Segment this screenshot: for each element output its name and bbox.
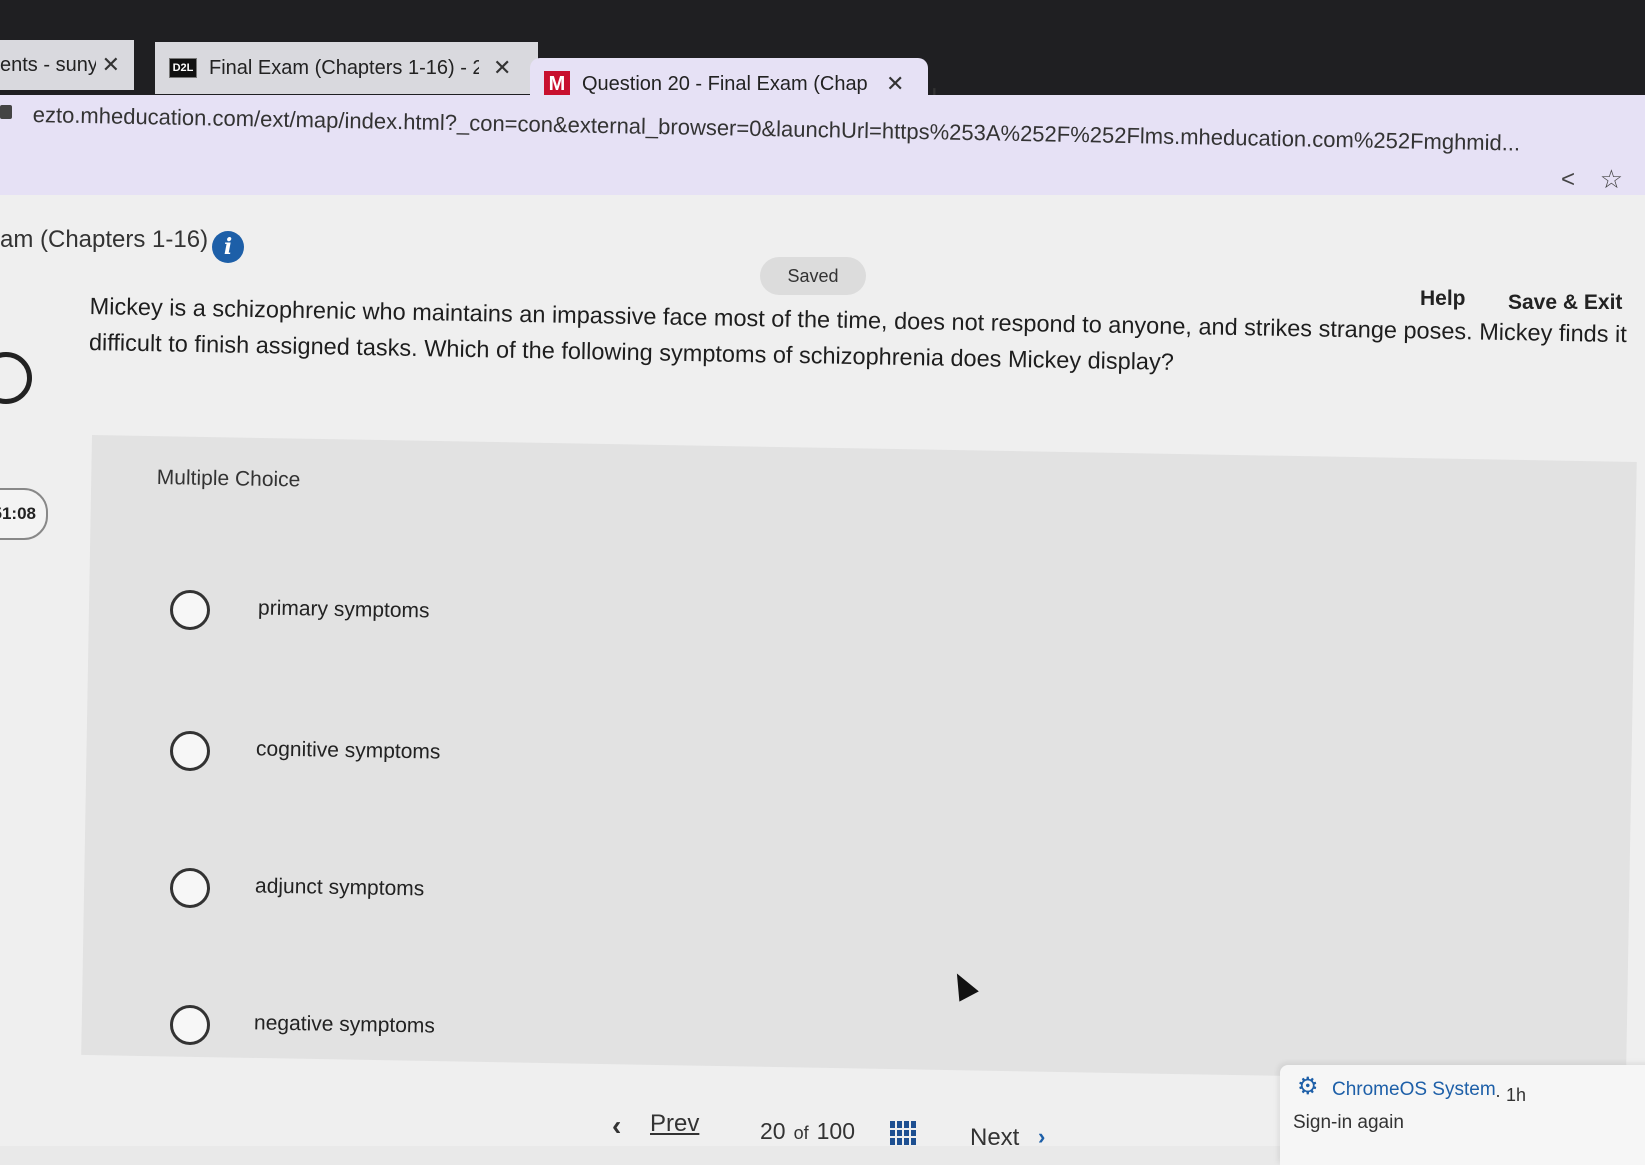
tab-close-icon[interactable]: ✕	[493, 55, 511, 81]
tab-close-icon[interactable]: ✕	[102, 52, 120, 78]
chevron-left-icon[interactable]: ‹	[612, 1110, 621, 1142]
prev-button[interactable]: Prev	[650, 1110, 699, 1138]
gear-icon: ⚙	[1297, 1073, 1319, 1100]
tab-title: ents - sunys	[0, 53, 96, 76]
tab-title: Final Exam (Chapters 1-16) - 23	[209, 56, 479, 79]
choice-label: negative symptoms	[253, 1011, 436, 1038]
share-icon[interactable]: <	[1561, 166, 1575, 194]
info-icon[interactable]: i	[212, 231, 244, 263]
choice-primary-symptoms[interactable]: primary symptoms	[170, 590, 430, 630]
radio-button[interactable]	[170, 731, 210, 771]
save-exit-link[interactable]: Save & Exit	[1508, 291, 1622, 315]
choice-cognitive-symptoms[interactable]: cognitive symptoms	[170, 731, 441, 771]
radio-button[interactable]	[170, 590, 210, 630]
help-link[interactable]: Help	[1420, 287, 1466, 311]
question-type-label: Multiple Choice	[156, 466, 301, 492]
choice-label: primary symptoms	[257, 596, 430, 623]
mheducation-favicon: M	[544, 71, 570, 97]
pager-of: of	[793, 1123, 809, 1143]
sign-in-again-button[interactable]: Sign-in again	[1293, 1112, 1404, 1134]
exam-title: am (Chapters 1-16)	[0, 226, 209, 253]
radio-button[interactable]	[170, 1005, 210, 1045]
notification-time: · 1h	[1495, 1085, 1527, 1105]
choice-label: adjunct symptoms	[254, 874, 425, 901]
lock-icon[interactable]	[0, 105, 12, 119]
next-button[interactable]: Next	[970, 1124, 1019, 1152]
tab-final-exam[interactable]: D2L Final Exam (Chapters 1-16) - 23 ✕	[155, 42, 538, 94]
bookmark-star-icon[interactable]: ☆	[1600, 164, 1623, 195]
timer-badge[interactable]: 51:08	[0, 488, 48, 540]
tab-sunys[interactable]: ents - sunys ✕	[0, 40, 134, 90]
total-questions: 100	[816, 1118, 855, 1144]
choice-label: cognitive symptoms	[255, 737, 441, 764]
choice-adjunct-symptoms[interactable]: adjunct symptoms	[170, 868, 424, 908]
current-question-number: 20	[760, 1118, 786, 1144]
question-pager: 20 of 100	[760, 1118, 855, 1145]
question-grid-icon[interactable]	[890, 1121, 916, 1145]
tab-close-icon[interactable]: ✕	[886, 71, 904, 97]
chevron-right-icon[interactable]: ›	[1038, 1124, 1045, 1150]
saved-status-badge: Saved	[760, 257, 866, 295]
notification-title: ChromeOS System	[1332, 1079, 1496, 1100]
radio-button[interactable]	[170, 868, 210, 908]
choice-negative-symptoms[interactable]: negative symptoms	[170, 1005, 435, 1045]
d2l-favicon: D2L	[169, 58, 197, 78]
tab-title: Question 20 - Final Exam (Chap	[582, 72, 868, 95]
